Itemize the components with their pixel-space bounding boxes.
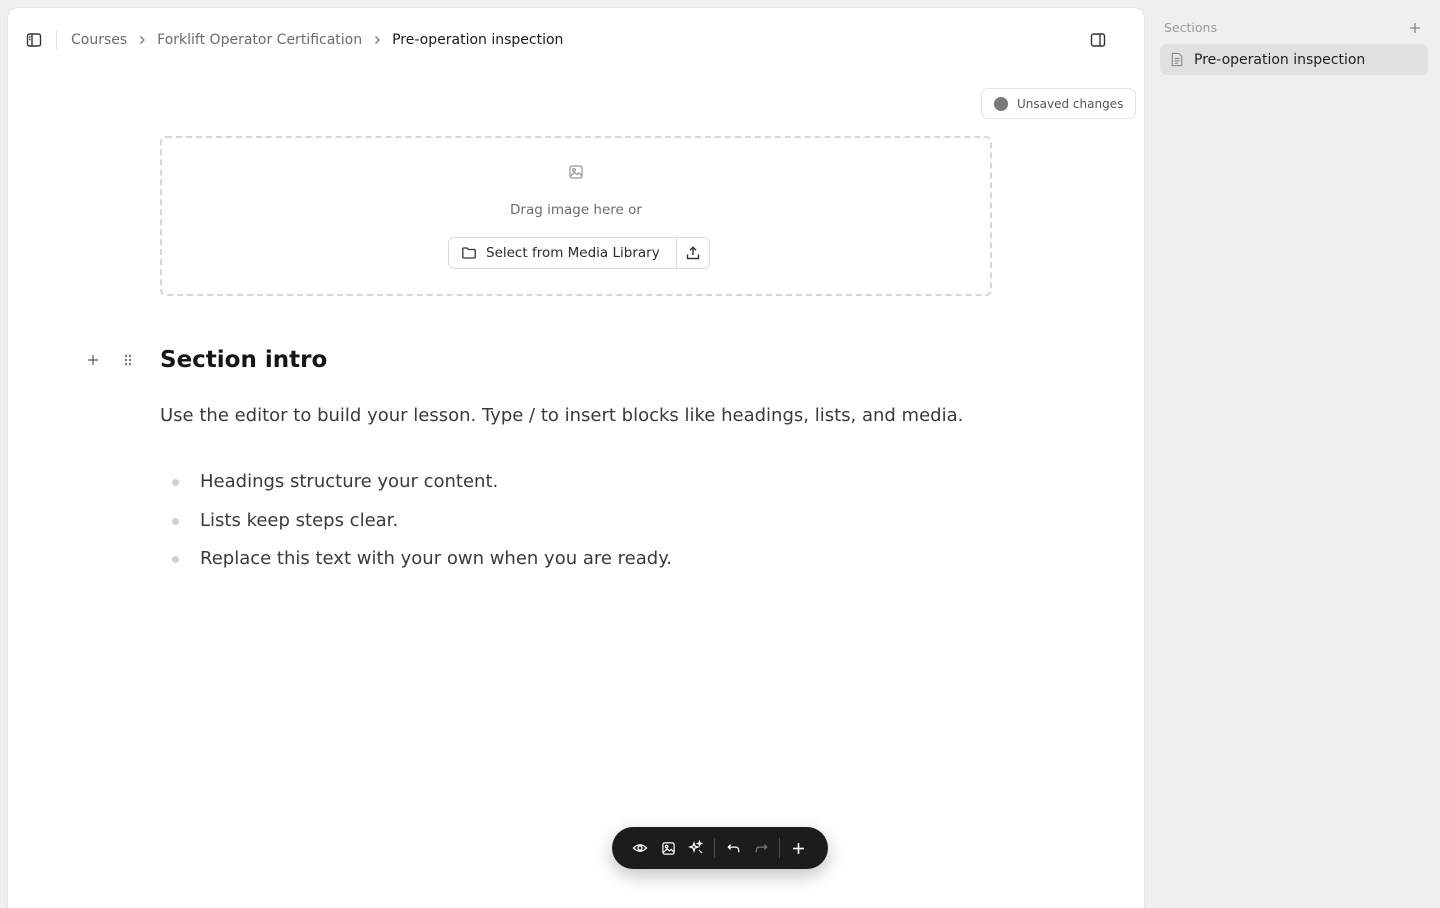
upload-icon bbox=[686, 246, 699, 260]
sidebar-icon bbox=[26, 33, 42, 47]
chevron-right-icon bbox=[127, 30, 157, 50]
insert-image-button[interactable] bbox=[654, 834, 682, 862]
undo-icon bbox=[726, 843, 739, 852]
add-section-button[interactable] bbox=[1405, 18, 1425, 38]
redo-icon bbox=[755, 843, 768, 852]
toolbar-divider bbox=[779, 838, 780, 858]
plus-icon bbox=[88, 355, 98, 365]
topbar-divider bbox=[56, 30, 57, 50]
bullet-dot bbox=[172, 479, 179, 486]
bullet-dot bbox=[172, 517, 179, 525]
plus-icon bbox=[1410, 23, 1420, 33]
editor-panel: Courses Forklift Operator Certification … bbox=[8, 8, 1144, 908]
list-item-text: Replace this text with your own when you… bbox=[200, 548, 673, 569]
bullet-list: Headings structure your content. Lists k… bbox=[160, 469, 672, 585]
ai-assist-button[interactable] bbox=[682, 834, 710, 862]
section-heading[interactable]: Section intro bbox=[160, 343, 327, 377]
section-item-label: Pre-operation inspection bbox=[1194, 51, 1366, 68]
image-dropzone[interactable]: Drag image here or Select from Media Lib… bbox=[160, 136, 992, 296]
panel-right-icon bbox=[1090, 33, 1106, 47]
dropzone-hint: Drag image here or bbox=[510, 202, 642, 218]
section-item-pre-operation-inspection[interactable]: Pre-operation inspection bbox=[1160, 44, 1428, 75]
file-text-icon bbox=[1171, 52, 1183, 67]
upload-button[interactable] bbox=[677, 238, 709, 268]
list-item[interactable]: Headings structure your content. bbox=[160, 469, 672, 508]
sparkles-icon bbox=[688, 840, 704, 854]
breadcrumb: Courses Forklift Operator Certification … bbox=[71, 30, 563, 50]
breadcrumb-current: Pre-operation inspection bbox=[392, 32, 564, 48]
plus-icon bbox=[792, 842, 804, 854]
unsaved-label: Unsaved changes bbox=[1017, 96, 1124, 111]
panel-toggle-button[interactable] bbox=[1084, 26, 1112, 54]
media-button-label: Select from Media Library bbox=[486, 245, 660, 261]
folder-icon bbox=[462, 247, 476, 259]
sections-sidebar: Sections Pre-operation inspection bbox=[1152, 8, 1436, 900]
select-media-library-button[interactable]: Select from Media Library bbox=[449, 238, 677, 268]
image-icon bbox=[661, 841, 675, 855]
sections-title: Sections bbox=[1164, 20, 1217, 35]
breadcrumb-courses[interactable]: Courses bbox=[71, 32, 127, 48]
floating-toolbar bbox=[612, 827, 828, 869]
toolbar-divider bbox=[714, 838, 715, 858]
grip-icon bbox=[124, 354, 132, 366]
list-item[interactable]: Lists keep steps clear. bbox=[160, 508, 672, 547]
add-block-toolbar-button[interactable] bbox=[784, 834, 812, 862]
dropzone-actions: Select from Media Library bbox=[448, 237, 710, 269]
list-item-text: Headings structure your content. bbox=[200, 471, 499, 492]
eye-icon bbox=[632, 844, 648, 852]
top-bar: Courses Forklift Operator Certification … bbox=[8, 8, 1144, 72]
bullet-dot bbox=[172, 556, 179, 563]
list-item[interactable]: Replace this text with your own when you… bbox=[160, 546, 672, 585]
image-icon bbox=[567, 163, 585, 181]
sidebar-toggle-button[interactable] bbox=[20, 26, 48, 54]
body-paragraph[interactable]: Use the editor to build your lesson. Typ… bbox=[160, 403, 963, 429]
breadcrumb-course[interactable]: Forklift Operator Certification bbox=[157, 32, 362, 48]
list-item-text: Lists keep steps clear. bbox=[200, 509, 399, 531]
add-block-button[interactable] bbox=[83, 350, 103, 370]
status-dot bbox=[994, 96, 1008, 111]
preview-button[interactable] bbox=[626, 834, 654, 862]
redo-button[interactable] bbox=[747, 834, 775, 862]
undo-button[interactable] bbox=[719, 834, 747, 862]
unsaved-status-badge: Unsaved changes bbox=[981, 88, 1137, 119]
chevron-right-icon bbox=[362, 30, 392, 50]
drag-handle[interactable] bbox=[118, 350, 138, 370]
